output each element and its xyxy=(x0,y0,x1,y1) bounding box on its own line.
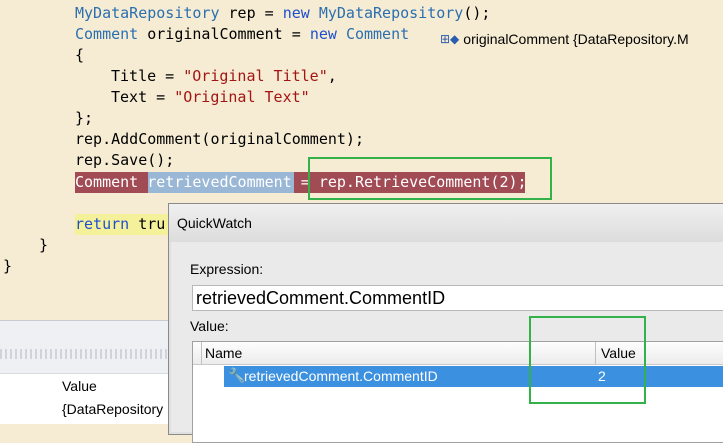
code-line-10: return tru xyxy=(75,215,166,233)
expand-plus-icon[interactable]: ⊞◆ xyxy=(440,32,459,46)
expression-label: Expression: xyxy=(190,261,264,277)
code-line-12: } xyxy=(3,257,13,275)
column-name[interactable]: Name xyxy=(205,345,242,361)
table-row[interactable]: 🔧 retrievedComment.CommentID 2 xyxy=(224,366,723,387)
code-line-7: rep.AddComment(originalComment); xyxy=(75,130,364,148)
code-line-2: Comment originalComment = new Comment xyxy=(75,25,410,43)
locals-value-cell: {DataRepository xyxy=(62,401,164,417)
locals-row[interactable]: {DataRepository xyxy=(0,397,170,424)
wrench-property-icon: 🔧 xyxy=(228,368,246,384)
locals-panel: Value {DataRepository xyxy=(0,320,170,424)
row-name: retrievedComment.CommentID xyxy=(244,368,438,384)
code-line-11: } xyxy=(39,236,49,254)
value-label: Value: xyxy=(190,318,229,334)
locals-value-header[interactable]: Value xyxy=(62,378,97,394)
locals-header: Value xyxy=(0,373,170,399)
panel-grip[interactable] xyxy=(0,349,170,359)
code-line-1: MyDataRepository rep = new MyDataReposit… xyxy=(75,4,491,22)
code-line-8: rep.Save(); xyxy=(75,151,175,169)
code-line-6: }; xyxy=(75,109,94,127)
dialog-title: QuickWatch xyxy=(169,204,723,242)
expression-input[interactable]: retrievedComment.CommentID xyxy=(192,285,723,311)
code-line-5: Text = "Original Text" xyxy=(111,88,310,106)
code-line-3: { xyxy=(75,46,85,64)
annotation-box-call xyxy=(308,157,552,200)
annotation-box-value xyxy=(529,316,646,404)
datatip[interactable]: ⊞◆ originalComment {DataRepository.M xyxy=(440,28,689,50)
code-line-4: Title = "Original Title", xyxy=(111,67,337,85)
column-divider[interactable] xyxy=(201,342,202,364)
datatip-label: originalComment {DataRepository.M xyxy=(463,31,689,47)
